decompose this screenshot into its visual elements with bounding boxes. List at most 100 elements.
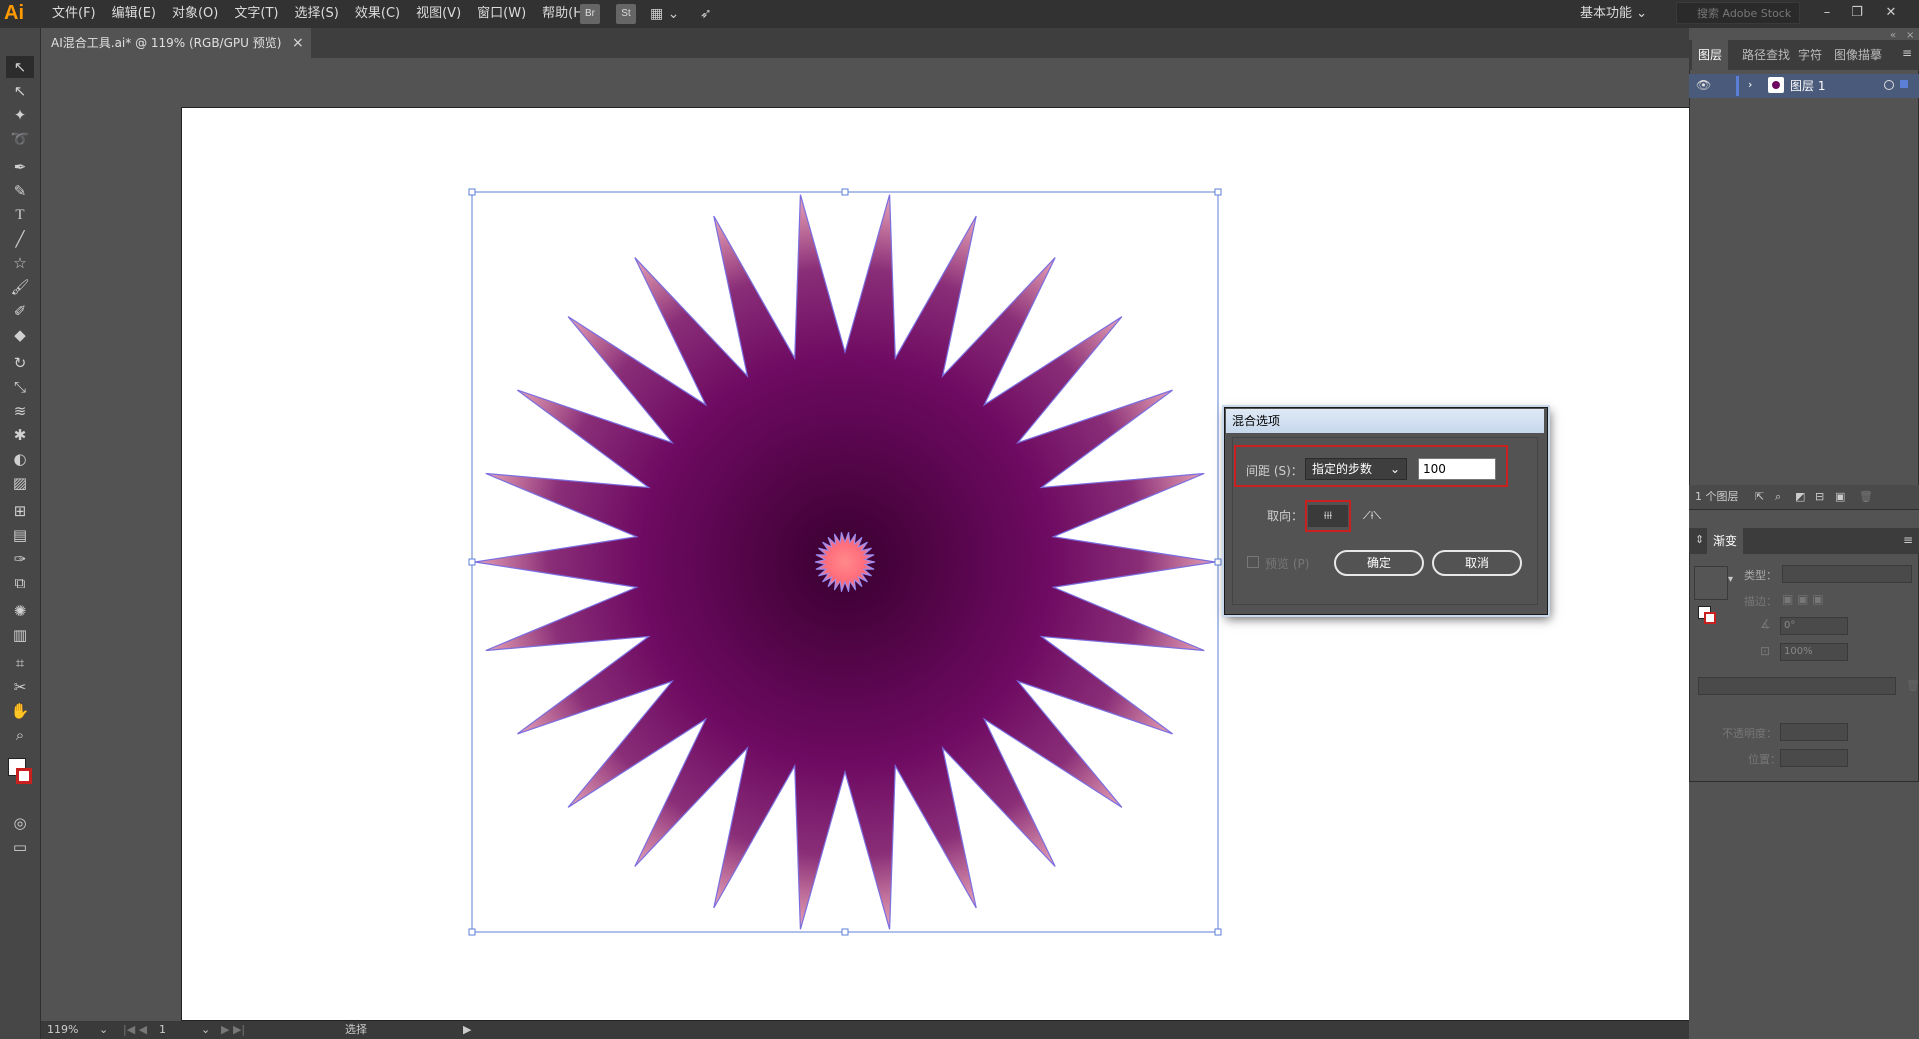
hand-tool-icon[interactable]: ✋ xyxy=(6,700,34,722)
location-input[interactable] xyxy=(1780,749,1848,767)
tab-pathfinder[interactable]: 路径查找 xyxy=(1742,40,1790,70)
gpu-performance-icon[interactable]: ➶ xyxy=(700,4,720,24)
blob-brush-icon[interactable]: ✐ xyxy=(6,300,34,322)
fill-stroke-toggle-icon[interactable] xyxy=(1698,606,1716,624)
gradient-slider[interactable] xyxy=(1698,677,1896,695)
curvature-tool-icon[interactable]: ✎ xyxy=(6,180,34,202)
zoom-level[interactable]: 119% xyxy=(47,1021,78,1039)
new-layer-icon[interactable]: ▣ xyxy=(1835,485,1845,509)
star-tool-icon[interactable]: ☆ xyxy=(6,252,34,274)
magic-wand-icon[interactable]: ✦ xyxy=(6,104,34,126)
stock-search-input[interactable]: 搜索 Adobe Stock xyxy=(1676,2,1800,24)
type-select[interactable] xyxy=(1782,565,1912,583)
column-graph-icon[interactable]: ▥ xyxy=(6,624,34,646)
zoom-dropdown-icon[interactable]: ⌄ xyxy=(99,1021,108,1039)
page-nav-next-icon[interactable]: ▶ ▶| xyxy=(221,1021,245,1039)
align-to-page-icon[interactable]: ⟊⟊⟊ xyxy=(1308,505,1348,527)
menu-file[interactable]: 文件(F) xyxy=(44,0,104,28)
gradient-tool-icon[interactable]: ▤ xyxy=(6,524,34,546)
export-icon[interactable]: ⇱ xyxy=(1755,485,1764,509)
selection-indicator[interactable] xyxy=(1900,80,1908,88)
layer-name[interactable]: 图层 1 xyxy=(1790,74,1825,98)
clipping-mask-icon[interactable]: ◩ xyxy=(1795,485,1805,509)
layer-thumbnail xyxy=(1768,77,1784,93)
lasso-icon[interactable]: ➰ xyxy=(6,128,34,150)
blend-tool-icon[interactable]: ⧉ xyxy=(6,572,34,594)
warp-tool-icon[interactable]: ≋ xyxy=(6,400,34,422)
tab-character[interactable]: 字符 xyxy=(1798,40,1822,70)
gradient-swatch-dropdown-icon[interactable]: ▾ xyxy=(1728,574,1733,585)
menu-window[interactable]: 窗口(W) xyxy=(469,0,534,28)
align-to-path-icon[interactable]: ⟋⟊⟍ xyxy=(1352,505,1392,527)
gradient-menu-icon[interactable]: ≡ xyxy=(1903,533,1913,547)
screen-mode-icon[interactable]: ▭ xyxy=(6,836,34,858)
tab-layers[interactable]: 图层 xyxy=(1692,40,1729,70)
target-icon[interactable] xyxy=(1884,80,1894,90)
panel-menu-icon[interactable]: ≡ xyxy=(1902,46,1912,60)
paintbrush-icon[interactable]: 🖌 xyxy=(6,276,34,298)
menu-select[interactable]: 选择(S) xyxy=(286,0,346,28)
angle-input[interactable]: 0° xyxy=(1780,617,1848,635)
blend-artwork[interactable] xyxy=(460,180,1230,950)
close-icon[interactable]: ✕ xyxy=(1880,2,1902,24)
mesh-tool-icon[interactable]: ⊞ xyxy=(6,500,34,522)
pen-tool-icon[interactable]: ✒ xyxy=(6,156,34,178)
ok-button[interactable]: 确定 xyxy=(1334,550,1424,576)
type-tool-icon[interactable]: T xyxy=(6,204,34,226)
opacity-input[interactable] xyxy=(1780,723,1848,741)
steps-input[interactable]: 100 xyxy=(1418,458,1496,480)
slice-tool-icon[interactable]: ✂ xyxy=(6,676,34,698)
menu-object[interactable]: 对象(O) xyxy=(164,0,226,28)
restore-icon[interactable]: ❐ xyxy=(1846,2,1868,24)
status-menu-icon[interactable]: ▶ xyxy=(463,1021,471,1039)
scale-tool-icon[interactable]: ⤡ xyxy=(6,376,34,398)
draw-mode-icon[interactable]: ◎ xyxy=(6,812,34,834)
menu-type[interactable]: 文字(T) xyxy=(226,0,286,28)
spacing-select[interactable]: 指定的步数 ⌄ xyxy=(1305,458,1407,480)
zoom-tool-icon[interactable]: ⌕ xyxy=(6,724,34,746)
page-dropdown-icon[interactable]: ⌄ xyxy=(201,1021,210,1039)
close-panels-icon[interactable]: × xyxy=(1906,30,1914,41)
page-number[interactable]: 1 xyxy=(159,1021,166,1039)
line-tool-icon[interactable]: ╱ xyxy=(6,228,34,250)
aspect-ratio-input[interactable]: 100% xyxy=(1780,643,1848,661)
new-sublayer-icon[interactable]: ⊟ xyxy=(1815,485,1824,509)
cancel-button[interactable]: 取消 xyxy=(1432,550,1522,576)
tab-image-trace[interactable]: 图像描摹 xyxy=(1834,40,1882,70)
menu-edit[interactable]: 编辑(E) xyxy=(104,0,164,28)
tab-close-icon[interactable]: × xyxy=(292,28,308,58)
direct-selection-tool-icon[interactable]: ↖ xyxy=(6,80,34,102)
bridge-button[interactable]: Br xyxy=(580,4,600,24)
eraser-icon[interactable]: ◆ xyxy=(6,324,34,346)
perspective-grid-icon[interactable]: ▨ xyxy=(6,472,34,494)
gradient-title[interactable]: 渐变 xyxy=(1707,528,1744,554)
delete-layer-icon[interactable]: 🗑 xyxy=(1859,485,1873,509)
shape-builder-icon[interactable]: ◐ xyxy=(6,448,34,470)
stroke-options-icon[interactable]: ▣ ▣ ▣ xyxy=(1782,592,1842,610)
locate-object-icon[interactable]: ⌕ xyxy=(1775,485,1781,509)
collapse-icon[interactable]: ⇕ xyxy=(1695,533,1704,546)
collapse-panels-icon[interactable]: « xyxy=(1890,30,1896,41)
rotate-tool-icon[interactable]: ↻ xyxy=(6,352,34,374)
visibility-eye-icon[interactable]: 👁 xyxy=(1696,78,1711,92)
puppet-warp-icon[interactable]: ✱ xyxy=(6,424,34,446)
artboard-tool-icon[interactable]: ⌗ xyxy=(6,652,34,674)
dialog-title[interactable]: 混合选项 xyxy=(1226,409,1544,433)
preview-checkbox[interactable] xyxy=(1247,556,1259,568)
page-nav-first-icon[interactable]: |◀ ◀ xyxy=(123,1021,147,1039)
selection-tool-icon[interactable]: ↖ xyxy=(6,56,34,78)
document-tab[interactable]: AI混合工具.ai* @ 119% (RGB/GPU 预览) xyxy=(41,28,311,58)
menu-view[interactable]: 视图(V) xyxy=(408,0,469,28)
stock-button[interactable]: St xyxy=(616,4,636,24)
arrange-documents-icon[interactable]: ▦ ⌄ xyxy=(650,4,680,24)
delete-stop-icon[interactable]: 🗑 xyxy=(1906,679,1919,692)
fill-stroke-icon[interactable] xyxy=(6,756,34,796)
gradient-swatch[interactable] xyxy=(1694,566,1728,600)
minimize-icon[interactable]: – xyxy=(1816,2,1838,24)
menu-effect[interactable]: 效果(C) xyxy=(347,0,408,28)
expand-chevron-icon[interactable]: › xyxy=(1748,78,1752,91)
workspace-switcher[interactable]: 基本功能 ⌄ xyxy=(1580,0,1647,28)
symbol-sprayer-icon[interactable]: ✺ xyxy=(6,600,34,622)
angle-icon: ∡ xyxy=(1760,617,1771,631)
eyedropper-icon[interactable]: ✑ xyxy=(6,548,34,570)
